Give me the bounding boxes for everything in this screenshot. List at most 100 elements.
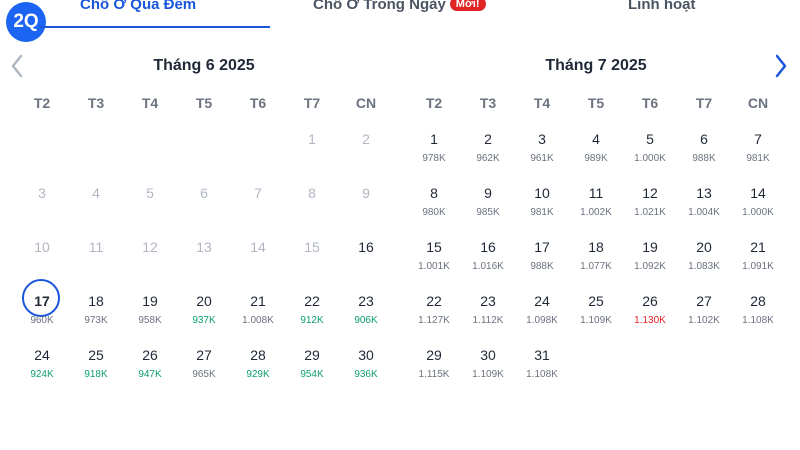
stay-type-tabs: 2Q Chỗ Ở Qua Đêm Chỗ Ở Trong Ngày Mới! Li… — [0, 0, 800, 42]
date-cell[interactable]: 5 1.000K — [624, 131, 676, 181]
date-cell[interactable]: 11 1.002K — [570, 185, 622, 235]
date-cell[interactable]: 8 980K — [408, 185, 460, 235]
date-number: 31 — [534, 347, 550, 363]
date-number: 8 — [430, 185, 438, 201]
date-number: 14 — [750, 185, 766, 201]
date-cell[interactable]: 12 1.021K — [624, 185, 676, 235]
weekday-header: CN — [747, 95, 769, 111]
date-number: 2 — [362, 131, 370, 147]
selected-date-cell[interactable]: 17 960K — [16, 279, 68, 343]
date-cell[interactable]: 19 958K — [124, 293, 176, 343]
date-number: 12 — [642, 185, 658, 201]
date-number: 20 — [696, 239, 712, 255]
date-cell[interactable]: 27 1.102K — [678, 293, 730, 343]
date-cell[interactable]: 10 981K — [516, 185, 568, 235]
date-cell[interactable]: 29 954K — [286, 347, 338, 397]
tab-flexible-label: Linh hoạt — [628, 0, 696, 13]
weekday-header: T7 — [695, 95, 713, 111]
date-number: 3 — [38, 185, 46, 201]
date-cell[interactable]: 22 912K — [286, 293, 338, 343]
date-number: 30 — [480, 347, 496, 363]
date-number: 26 — [642, 293, 658, 309]
date-cell[interactable]: 21 1.008K — [232, 293, 284, 343]
date-cell[interactable]: 18 973K — [70, 293, 122, 343]
date-number: 22 — [304, 293, 320, 309]
date-cell[interactable]: 28 929K — [232, 347, 284, 397]
date-number: 6 — [700, 131, 708, 147]
tab-flexible[interactable]: Linh hoạt — [628, 0, 696, 13]
date-cell: 15 — [286, 239, 338, 289]
logo-text: 2Q — [13, 11, 39, 32]
date-cell[interactable]: 23 1.112K — [462, 293, 514, 343]
date-cell[interactable]: 24 1.098K — [516, 293, 568, 343]
date-number: 20 — [196, 293, 212, 309]
date-number: 17 — [534, 239, 550, 255]
date-cell[interactable]: 21 1.091K — [732, 239, 784, 289]
date-cell[interactable]: 15 1.001K — [408, 239, 460, 289]
date-cell[interactable]: 28 1.108K — [732, 293, 784, 343]
date-cell[interactable]: 3 961K — [516, 131, 568, 181]
date-number: 1 — [430, 131, 438, 147]
date-cell[interactable]: 20 1.083K — [678, 239, 730, 289]
date-cell[interactable]: 17 988K — [516, 239, 568, 289]
date-cell[interactable]: 4 989K — [570, 131, 622, 181]
date-price: 906K — [354, 315, 378, 326]
date-number: 3 — [538, 131, 546, 147]
date-cell[interactable]: 2 962K — [462, 131, 514, 181]
weekday-header: T2 — [425, 95, 443, 111]
active-tab-indicator — [40, 26, 270, 28]
date-cell[interactable]: 23 906K — [340, 293, 392, 343]
date-number: 9 — [484, 185, 492, 201]
date-cell[interactable]: 20 937K — [178, 293, 230, 343]
date-price: 1.000K — [742, 207, 774, 218]
date-cell[interactable]: 26 947K — [124, 347, 176, 397]
date-number: 28 — [750, 293, 766, 309]
date-number: 8 — [308, 185, 316, 201]
date-cell[interactable]: 27 965K — [178, 347, 230, 397]
date-number: 7 — [754, 131, 762, 147]
tab-day-use[interactable]: Chỗ Ở Trong Ngày Mới! — [313, 0, 486, 13]
date-number: 17 — [34, 293, 50, 309]
weekday-header: T6 — [249, 95, 267, 111]
date-cell[interactable]: 30 1.109K — [462, 347, 514, 397]
date-cell[interactable]: 1 978K — [408, 131, 460, 181]
date-number: 6 — [200, 185, 208, 201]
date-number: 25 — [588, 293, 604, 309]
date-cell[interactable]: 29 1.115K — [408, 347, 460, 397]
date-cell[interactable]: 6 988K — [678, 131, 730, 181]
date-cell[interactable]: 18 1.077K — [570, 239, 622, 289]
weekday-header: T6 — [641, 95, 659, 111]
date-cell[interactable]: 16 — [340, 239, 392, 289]
tab-overnight[interactable]: Chỗ Ở Qua Đêm — [80, 0, 196, 13]
date-cell[interactable]: 14 1.000K — [732, 185, 784, 235]
date-cell: 9 — [340, 185, 392, 235]
date-cell[interactable]: 30 936K — [340, 347, 392, 397]
date-cell[interactable]: 13 1.004K — [678, 185, 730, 235]
date-cell[interactable]: 31 1.108K — [516, 347, 568, 397]
date-number: 26 — [142, 347, 158, 363]
date-cell[interactable]: 16 1.016K — [462, 239, 514, 289]
date-cell[interactable]: 24 924K — [16, 347, 68, 397]
weekday-header: CN — [355, 95, 377, 111]
date-cell: 4 — [70, 185, 122, 235]
date-number: 19 — [142, 293, 158, 309]
date-number: 15 — [304, 239, 320, 255]
weekday-header: T2 — [33, 95, 51, 111]
weekday-header: T4 — [533, 95, 551, 111]
date-cell[interactable]: 25 918K — [70, 347, 122, 397]
date-cell[interactable]: 26 1.130K — [624, 293, 676, 343]
date-cell[interactable]: 19 1.092K — [624, 239, 676, 289]
date-cell[interactable]: 22 1.127K — [408, 293, 460, 343]
date-cell[interactable]: 9 985K — [462, 185, 514, 235]
date-number: 30 — [358, 347, 374, 363]
date-number: 5 — [646, 131, 654, 147]
date-number: 29 — [304, 347, 320, 363]
month-title-july: Tháng 7 2025 — [545, 57, 647, 74]
date-number: 25 — [88, 347, 104, 363]
date-cell[interactable]: 7 981K — [732, 131, 784, 181]
date-number: 11 — [88, 239, 104, 255]
date-number: 19 — [642, 239, 658, 255]
date-number: 18 — [588, 239, 604, 255]
date-cell[interactable]: 25 1.109K — [570, 293, 622, 343]
date-price: 1.108K — [742, 315, 774, 326]
